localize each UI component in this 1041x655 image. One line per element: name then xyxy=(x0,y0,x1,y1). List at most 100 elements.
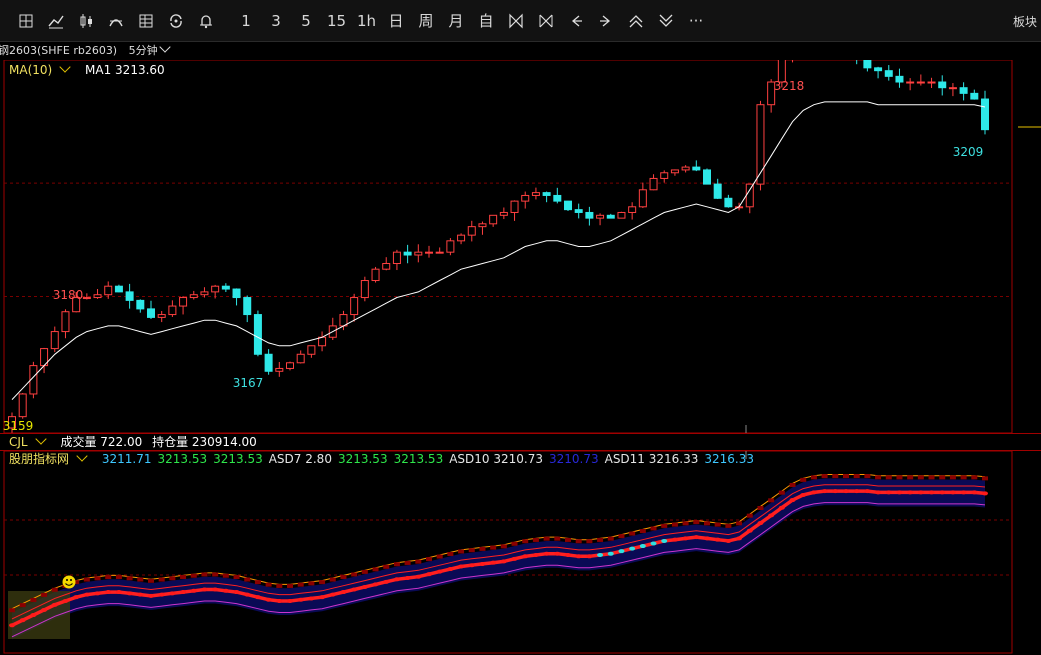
asd-candle xyxy=(180,575,187,579)
table-button[interactable] xyxy=(137,10,155,32)
asd-value: 3213.53 xyxy=(213,452,263,466)
period-button-9[interactable]: 5 xyxy=(297,10,315,32)
grid-button[interactable] xyxy=(17,10,35,32)
period-button-12[interactable]: 日 xyxy=(387,10,405,32)
zoom-in-icon xyxy=(509,13,523,29)
candle-body xyxy=(275,367,284,372)
asd-candle xyxy=(158,577,165,582)
asd-dot xyxy=(73,595,80,600)
candle-button[interactable] xyxy=(77,10,95,32)
asd-dot xyxy=(917,490,924,495)
asd-dot xyxy=(693,535,700,540)
asd-dot xyxy=(500,559,507,564)
arrow-right-button[interactable] xyxy=(597,10,615,32)
candle-body xyxy=(692,166,701,171)
candle-body xyxy=(927,81,936,84)
contract-name[interactable]: 钢2603(SHFE rb2603) xyxy=(0,44,117,57)
asd-candle xyxy=(746,513,753,518)
asd-candle xyxy=(426,557,432,562)
candle-body xyxy=(970,92,979,100)
asd-dot xyxy=(832,489,839,494)
asd-candle xyxy=(800,477,807,482)
asd-candle xyxy=(372,567,379,572)
asd-candle xyxy=(41,592,48,597)
asd-dot xyxy=(800,492,807,497)
line-chart-button[interactable] xyxy=(47,10,65,32)
asd-panel[interactable]: 股朋指标网 3211.71 3213.53 3213.53 ASD7 2.80 3213… xyxy=(0,450,1041,655)
asd-candle xyxy=(351,572,358,577)
arrow-up-icon xyxy=(629,15,643,28)
period-button-14[interactable]: 月 xyxy=(447,10,465,32)
period-button-11[interactable]: 1h xyxy=(357,10,376,32)
price-chart[interactable]: 3218 3209 3180 3167 3159 xyxy=(0,60,1041,433)
candle-body xyxy=(371,268,380,282)
candle-body xyxy=(724,197,733,208)
asd-candle xyxy=(618,534,625,539)
ma-indicator-selector[interactable]: MA(10) xyxy=(9,61,75,77)
candle-body xyxy=(360,280,369,299)
candle-body xyxy=(114,285,123,293)
table-icon xyxy=(139,14,153,28)
asd-candle xyxy=(490,545,497,550)
period-button-8[interactable]: 3 xyxy=(267,10,285,32)
period-button-10[interactable]: 15 xyxy=(327,10,346,32)
asd-dot xyxy=(276,599,283,603)
asd-candle xyxy=(222,573,229,578)
period-button-13[interactable]: 周 xyxy=(417,10,435,32)
zoom-in-button[interactable] xyxy=(507,10,525,32)
asd-value: 3213.53 xyxy=(393,452,444,466)
smiley-icon xyxy=(62,575,76,589)
candle-body xyxy=(211,285,220,293)
alarm-bell-button[interactable] xyxy=(197,10,215,32)
price-panel[interactable]: 3218 3209 3180 3167 3159 MA(10) MA1 3213.60 xyxy=(0,60,1041,433)
asd-dot xyxy=(393,577,400,582)
sync-button[interactable] xyxy=(167,10,185,32)
asd-candle xyxy=(939,475,946,480)
asd-dot xyxy=(746,528,753,533)
asd-candle xyxy=(500,544,507,549)
asd-dot xyxy=(51,602,58,607)
candle-body xyxy=(628,206,637,213)
cjl-indicator-selector[interactable]: CJL xyxy=(9,433,51,449)
asd-indicator-chart[interactable] xyxy=(0,451,1041,654)
candle-body xyxy=(264,353,273,372)
asd-dot xyxy=(287,599,293,603)
asd-candle xyxy=(19,603,26,608)
arrow-up-button[interactable] xyxy=(627,10,645,32)
period-label: ··· xyxy=(688,12,704,30)
asd-indicator-selector[interactable]: 股朋指标网 xyxy=(9,450,92,466)
candle-body xyxy=(403,251,412,256)
asd-dot xyxy=(586,554,593,559)
asd-candle xyxy=(319,580,326,585)
asd-dot xyxy=(468,563,475,568)
volume-panel[interactable]: CJL 成交量 722.00 持仓量 230914.00 xyxy=(0,433,1041,451)
asd-candle xyxy=(704,521,710,526)
asd-candle xyxy=(896,475,903,480)
asd-dot xyxy=(105,590,112,595)
period-button-22[interactable]: ··· xyxy=(687,10,705,32)
zoom-out-button[interactable] xyxy=(537,10,555,32)
asd-candle xyxy=(789,483,796,487)
asd-candle xyxy=(532,537,539,542)
asd-candle xyxy=(522,539,529,544)
period-label: 1 xyxy=(241,12,251,30)
period-button-15[interactable]: 自 xyxy=(477,10,495,32)
candle-body xyxy=(585,211,594,219)
arrow-left-button[interactable] xyxy=(567,10,585,32)
chevron-down-icon xyxy=(59,61,71,73)
arrow-down-button[interactable] xyxy=(657,10,675,32)
asd-dot xyxy=(532,553,539,557)
asd-dot xyxy=(575,554,582,559)
asd-candle xyxy=(297,582,304,587)
asd-candle xyxy=(137,577,144,582)
asd-candle xyxy=(778,490,785,495)
asd-dot xyxy=(148,593,154,598)
asd-candle xyxy=(725,523,732,528)
sector-button[interactable]: 板块 xyxy=(1013,13,1037,30)
asd-value: 3216.33 xyxy=(704,452,755,466)
chevron-down-icon xyxy=(158,41,171,53)
indicator-button[interactable] xyxy=(107,10,125,32)
period-button-7[interactable]: 1 xyxy=(237,10,255,32)
period-selector[interactable]: 5分钟 xyxy=(129,41,173,57)
asd-dot xyxy=(875,490,882,495)
